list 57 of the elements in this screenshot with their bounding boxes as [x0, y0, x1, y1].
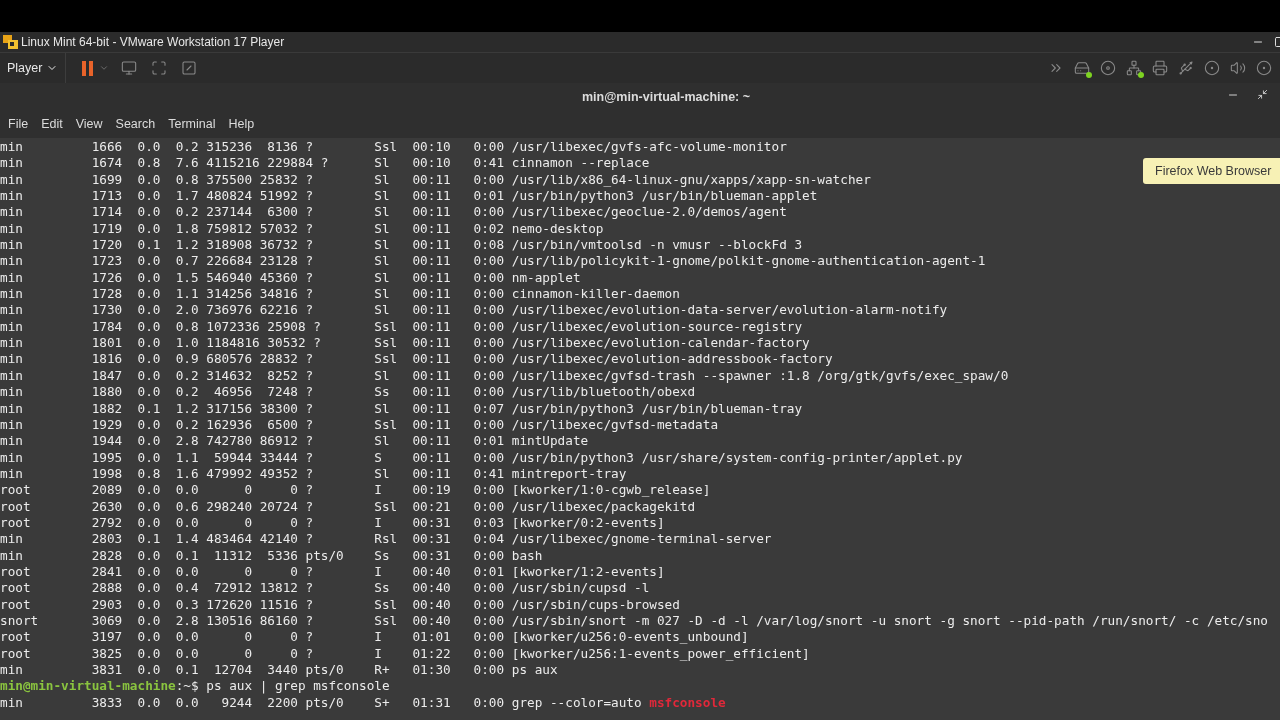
device-icon[interactable]: [1202, 58, 1222, 78]
menu-item[interactable]: Terminal: [162, 111, 222, 138]
terminal-line: min 1998 0.8 1.6 479992 49352 ? Sl 00:11 0:41 mintreport-tray: [0, 465, 627, 483]
terminal-line: min 1929 0.0 0.2 162936 6500 ? Ssl 00:11 0:00 /usr/libexec/gvfsd-metadata: [0, 416, 719, 434]
vmware-logo-icon: [3, 35, 19, 49]
terminal-line: root 2888 0.0 0.4 72912 13812 ? Ss 00:40 0:00 /usr/sbin/cupsd -l: [0, 580, 650, 597]
terminal-line: min 1816 0.0 0.9 680576 28832 ? Ssl 00:11 0:00 /usr/libexec/evolution-addressbook-factory: [0, 351, 833, 368]
terminal-line: min 1699 0.0 0.8 375500 25832 ? Sl 00:11 0:00 /usr/lib/x86_64-linux-gnu/xapps/xapp-sn-watcher: [0, 171, 871, 189]
usb-icon[interactable]: [1176, 58, 1196, 78]
terminal-line: min 2803 0.1 1.4 483464 42140 ? Rsl 00:31 0:04 /usr/libexec/gnome-terminal-server: [0, 531, 772, 548]
terminal-line: root 2089 0.0 0.0 0 0 ? I 00:19 0:00 [kworker/1:0-cgwb_release]: [0, 482, 711, 499]
prompt-user: min@min-virtual-machine: [0, 678, 176, 695]
terminal-title: min@min-virtual-machine: ~: [580, 88, 751, 106]
menu-item[interactable]: Search: [109, 111, 162, 138]
tooltip: Firefox Web Browser: [1143, 158, 1280, 184]
window-title: Linux Mint 64-bit - VMware Workstation 17 Player: [21, 34, 285, 51]
terminal-line: min 1784 0.0 0.8 1072336 25908 ? Ssl 00:11 0:00 /usr/libexec/evolution-source-registry: [0, 318, 803, 336]
terminal-line: min 1847 0.0 0.2 314632 8252 ? Sl 00:11 0:00 /usr/libexec/gvfsd-trash --spawner :1.8 /org/gtk/gvfs/exec_spaw/0: [0, 367, 1009, 385]
menu-item[interactable]: File: [2, 111, 35, 138]
prompt-symbol: :~$: [175, 678, 199, 695]
menu-item[interactable]: Help: [222, 111, 261, 138]
disc-icon[interactable]: [1098, 58, 1118, 78]
terminal-line: min 1726 0.0 1.5 546940 45360 ? Sl 00:11 0:00 nm-applet: [0, 269, 581, 287]
caret-icon[interactable]: [99, 63, 110, 73]
terminal-line: min 2828 0.0 0.1 11312 5336 pts/0 Ss 00:31 0:00 bash: [0, 547, 543, 564]
terminal-line: min 1723 0.0 0.7 226684 23128 ? Sl 00:11 0:00 /usr/lib/policykit-1-gnome/polkit-gnome-authentication-agent-1: [0, 253, 986, 270]
terminal-line: root 3197 0.0 0.0 0 0 ? I 01:01 0:00 [kworker/u256:0-events_unbound]: [0, 629, 749, 646]
terminal-line: root 2841 0.0 0.0 0 0 ? I 00:40 0:01 [kworker/1:2-events]: [0, 563, 665, 581]
terminal-line: min 1995 0.0 1.1 59944 33444 ? S 00:11 0:00 /usr/bin/python3 /usr/share/system-config-printer/applet.py: [0, 449, 963, 466]
terminal-line: min 1944 0.0 2.8 742780 86912 ? Sl 00:11 0:01 mintUpdate: [0, 433, 589, 450]
restore-icon[interactable]: [1257, 89, 1268, 100]
network-icon[interactable]: [1124, 58, 1144, 78]
terminal-line: min 1882 0.1 1.2 317156 38300 ? Sl 00:11 0:07 /usr/bin/python3 /usr/bin/blueman-tray: [0, 400, 803, 417]
terminal-line: snort 3069 0.0 2.8 130516 86160 ? Ssl 00:40 0:00 /usr/sbin/snort -m 027 -D -d -l /var/log/snort -u snort -g snort --pid-path /run/snort/ -c /etc/sno: [0, 612, 1268, 630]
terminal-line: root 3825 0.0 0.0 0 0 ? I 01:22 0:00 [kworker/u256:1-events_power_efficient]: [0, 645, 810, 662]
command-text: ps aux | grep msfconsole: [206, 678, 390, 695]
pause-icon[interactable]: [82, 60, 94, 76]
terminal-line: min 1719 0.0 1.8 759812 57032 ? Sl 00:11 0:02 nemo-desktop: [0, 220, 604, 238]
terminal-line: min 1730 0.0 2.0 736976 62216 ? Sl 00:11 0:00 /usr/libexec/evolution-data-server/evolution-alarm-notify: [0, 302, 948, 319]
terminal-line: min 3831 0.0 0.1 12704 3440 pts/0 R+ 01:30 0:00 ps aux: [0, 662, 558, 679]
terminal-line: min 1801 0.0 1.0 1184816 30532 ? Ssl 00:11 0:00 /usr/libexec/evolution-calendar-factory: [0, 335, 810, 352]
match-highlight: msfconsole: [649, 694, 726, 710]
menu-item[interactable]: View: [69, 111, 109, 138]
device-icon[interactable]: [1254, 58, 1274, 78]
terminal-line: min 1714 0.0 0.2 237144 6300 ? Sl 00:11 0:00 /usr/libexec/geoclue-2.0/demos/agent: [0, 204, 787, 221]
terminal-line: min 3833 0.0 0.0 9244 2200 pts/0 S+ 01:31 0:00 grep --color=auto: [0, 694, 642, 710]
terminal-line: min 1880 0.0 0.2 46956 7248 ? Ss 00:11 0:00 /usr/lib/bluetooth/obexd: [0, 384, 696, 401]
menu-item[interactable]: Edit: [35, 111, 69, 138]
terminal-line: root 2630 0.0 0.6 298240 20724 ? Ssl 00:21 0:00 /usr/libexec/packagekitd: [0, 498, 696, 515]
printer-icon[interactable]: [1150, 58, 1170, 78]
terminal-line: root 2792 0.0 0.0 0 0 ? I 00:31 0:03 [kworker/0:2-events]: [0, 514, 665, 532]
terminal-line: min 1674 0.8 7.6 4115216 229884 ? Sl 00:10 0:41 cinnamon --replace: [0, 155, 650, 172]
terminal-line: min 1713 0.0 1.7 480824 51992 ? Sl 00:11 0:01 /usr/bin/python3 /usr/bin/blueman-applet: [0, 188, 818, 205]
terminal-line: root 2903 0.0 0.3 172620 11516 ? Ssl 00:40 0:00 /usr/sbin/cups-browsed: [0, 596, 680, 613]
terminal-line: min 1720 0.1 1.2 318908 36732 ? Sl 00:11 0:08 /usr/bin/vmtoolsd -n vmusr --blockFd 3: [0, 237, 803, 254]
terminal-line: min 1666 0.0 0.2 315236 8136 ? Ssl 00:10 0:00 /usr/libexec/gvfs-afc-volume-monitor: [0, 139, 787, 156]
terminal-line: min 1728 0.0 1.1 314256 34816 ? Sl 00:11 0:00 cinnamon-killer-daemon: [0, 286, 680, 303]
